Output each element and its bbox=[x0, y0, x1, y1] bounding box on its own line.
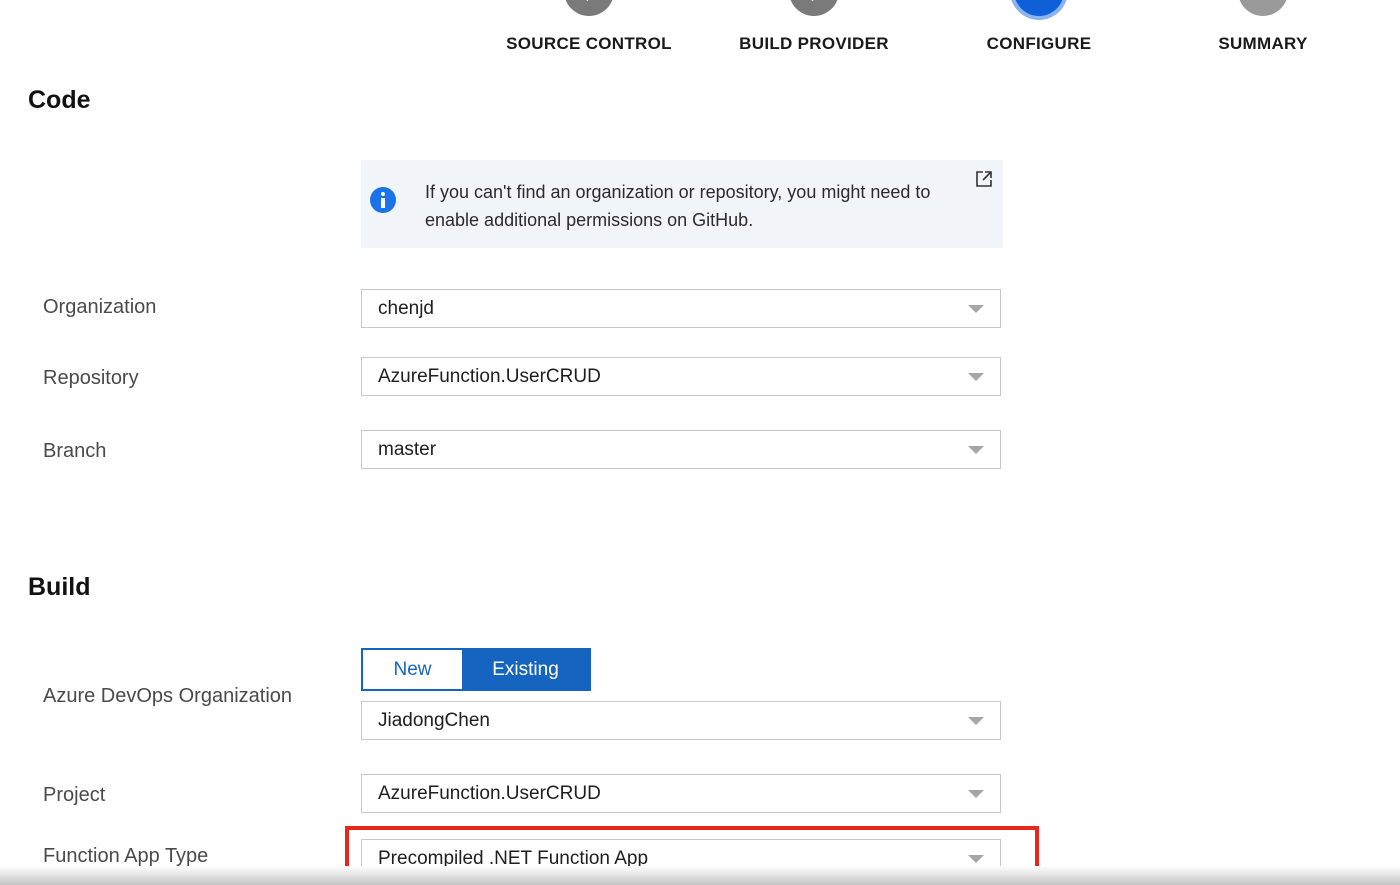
chevron-down-icon bbox=[968, 790, 984, 798]
step-label: SOURCE CONTROL bbox=[506, 34, 672, 53]
devops-org-dropdown[interactable]: JiadongChen bbox=[361, 701, 1001, 740]
repository-dropdown[interactable]: AzureFunction.UserCRUD bbox=[361, 357, 1001, 396]
checkmark-icon bbox=[564, 0, 614, 16]
branch-value: master bbox=[378, 439, 437, 460]
organization-value: chenjd bbox=[378, 298, 434, 319]
devops-org-value: JiadongChen bbox=[378, 710, 490, 731]
repository-label: Repository bbox=[43, 367, 139, 389]
branch-dropdown[interactable]: master bbox=[361, 430, 1001, 469]
branch-label: Branch bbox=[43, 440, 107, 462]
current-step-icon bbox=[1014, 0, 1064, 16]
code-section-title: Code bbox=[28, 86, 91, 114]
chevron-down-icon bbox=[968, 446, 984, 454]
project-label: Project bbox=[43, 784, 106, 806]
checkmark-icon bbox=[789, 0, 839, 16]
organization-label: Organization bbox=[43, 296, 157, 318]
external-link-icon[interactable] bbox=[975, 170, 993, 188]
toggle-existing-button[interactable]: Existing bbox=[462, 650, 589, 689]
info-icon bbox=[370, 187, 396, 213]
repository-value: AzureFunction.UserCRUD bbox=[378, 366, 601, 387]
step-label: BUILD PROVIDER bbox=[739, 34, 889, 53]
devops-org-label: Azure DevOps Organization bbox=[43, 685, 293, 707]
step-label: CONFIGURE bbox=[986, 34, 1092, 53]
toggle-new-button[interactable]: New bbox=[363, 650, 462, 689]
configure-page: SOURCE CONTROL BUILD PROVIDER CONFIGURE … bbox=[0, 0, 1400, 885]
pending-step-icon bbox=[1238, 0, 1288, 16]
organization-dropdown[interactable]: chenjd bbox=[361, 289, 1001, 328]
step-label: SUMMARY bbox=[1218, 34, 1308, 53]
chevron-down-icon bbox=[968, 373, 984, 381]
bottom-fade bbox=[0, 866, 1400, 885]
info-message: If you can't find an organization or rep… bbox=[361, 160, 1003, 248]
function-app-type-label: Function App Type bbox=[43, 845, 209, 867]
build-section-title: Build bbox=[28, 573, 91, 601]
project-dropdown[interactable]: AzureFunction.UserCRUD bbox=[361, 774, 1001, 813]
chevron-down-icon bbox=[968, 305, 984, 313]
info-text: If you can't find an organization or rep… bbox=[425, 182, 931, 230]
new-existing-toggle: New Existing bbox=[361, 648, 591, 691]
chevron-down-icon bbox=[968, 717, 984, 725]
project-value: AzureFunction.UserCRUD bbox=[378, 783, 601, 804]
